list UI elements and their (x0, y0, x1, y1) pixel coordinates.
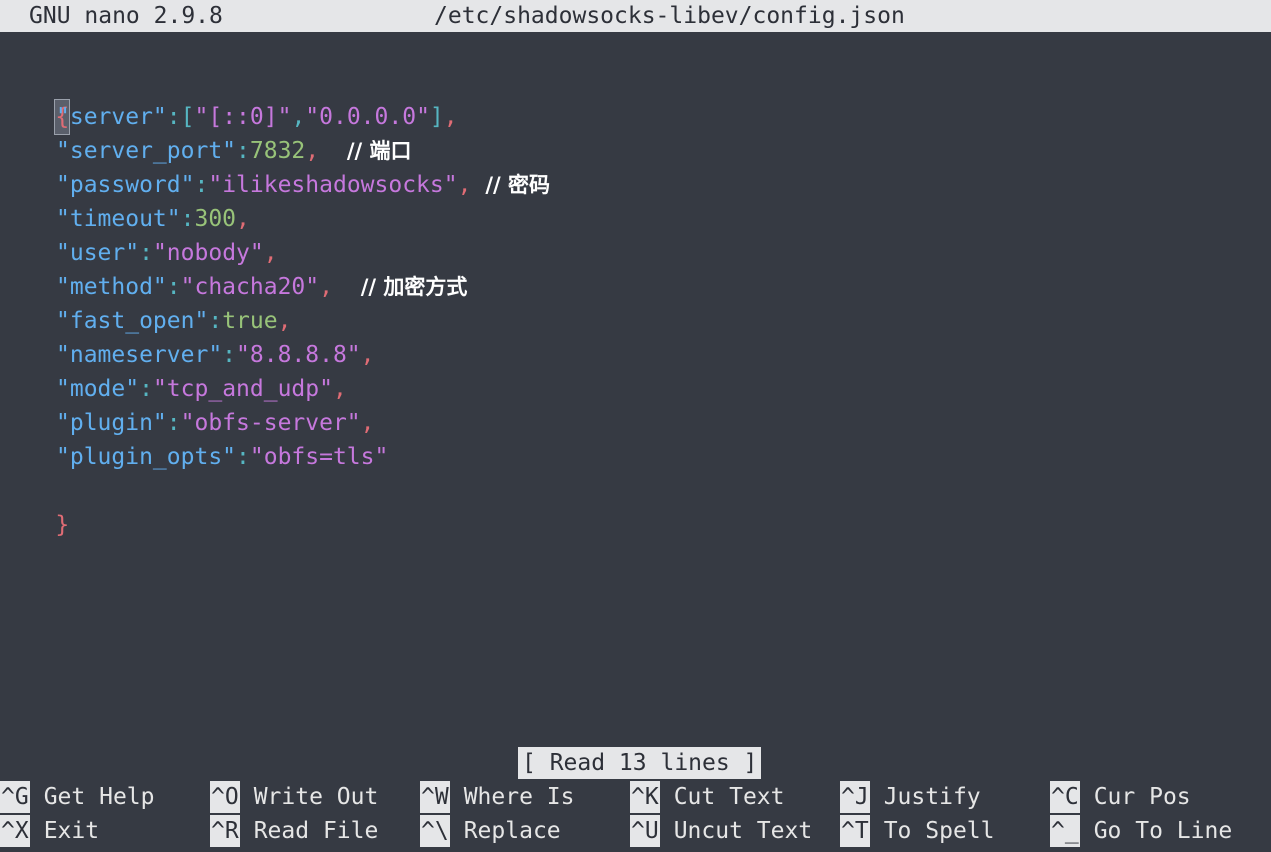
editor-line[interactable]: "server_port":7832, // 端口 (0, 134, 411, 168)
json-boolean: true (222, 308, 278, 334)
editor-line[interactable]: "plugin_opts":"obfs=tls" (0, 440, 388, 474)
json-comma: , (360, 410, 375, 436)
json-key: "plugin_opts" (56, 444, 237, 470)
json-number: 7832 (249, 138, 306, 164)
json-key: "mode" (56, 376, 140, 402)
shortcut-go-to-line[interactable]: ^_ Go To Line (1050, 815, 1232, 847)
shortcut-justify[interactable]: ^J Justify (840, 781, 981, 813)
json-string: "tcp_and_udp" (152, 376, 333, 402)
shortcut-read-file[interactable]: ^R Read File (210, 815, 378, 847)
keycap: ^O (210, 781, 240, 813)
json-key: "server" (56, 104, 167, 130)
keycap: ^\ (420, 815, 450, 847)
shortcut-cut-text[interactable]: ^K Cut Text (630, 781, 784, 813)
shortcut-label: Write Out (253, 784, 379, 810)
editor-line[interactable]: "fast_open":true, (0, 304, 291, 338)
json-string: "nobody" (152, 240, 264, 266)
shortcut-label: Go To Line (1093, 818, 1233, 844)
json-key: "server_port" (56, 138, 237, 164)
shortcut-replace[interactable]: ^\ Replace (420, 815, 561, 847)
shortcut-cur-pos[interactable]: ^C Cur Pos (1050, 781, 1191, 813)
json-key: "password" (56, 172, 195, 198)
keycap: ^T (840, 815, 870, 847)
keycap: ^_ (1050, 815, 1080, 847)
shortcut-label: Uncut Text (673, 818, 813, 844)
shortcut-label: Get Help (43, 784, 155, 810)
shortcut-exit[interactable]: ^X Exit (0, 815, 99, 847)
shortcut-label: Cur Pos (1093, 784, 1191, 810)
keycap: ^W (420, 781, 450, 813)
json-string: "8.8.8.8" (236, 342, 361, 368)
shortcut-get-help[interactable]: ^G Get Help (0, 781, 154, 813)
json-key: "nameserver" (56, 342, 223, 368)
keycap: ^G (0, 781, 30, 813)
editor-line[interactable]: "mode":"tcp_and_udp", (0, 372, 347, 406)
keycap: ^R (210, 815, 240, 847)
json-string: "0.0.0.0" (305, 104, 430, 130)
array-separator: , (291, 104, 306, 130)
json-comma: , (263, 240, 278, 266)
inline-comment: // 加密方式 (360, 275, 468, 299)
json-string: "chacha20" (180, 274, 320, 300)
json-key: "plugin" (56, 410, 167, 436)
json-comma: , (319, 274, 333, 300)
json-string: "[::0]" (194, 104, 292, 130)
status-message: [ Read 13 lines ] (518, 747, 762, 779)
shortcut-label: Justify (883, 784, 981, 810)
shortcut-label: Replace (463, 818, 561, 844)
json-string: "ilikeshadowsocks" (208, 172, 458, 198)
json-comma: , (457, 172, 472, 198)
file-name: /etc/shadowsocks-libev/config.json (434, 3, 905, 29)
json-comma: , (443, 104, 458, 130)
json-key: "fast_open" (56, 308, 209, 334)
shortcut-write-out[interactable]: ^O Write Out (210, 781, 378, 813)
shortcut-label: Read File (253, 818, 379, 844)
close-brace: } (55, 512, 70, 538)
json-key: "user" (56, 240, 140, 266)
editor-line[interactable]: "password":"ilikeshadowsocks", // 密码 (0, 168, 550, 202)
json-key: "timeout" (56, 206, 181, 232)
json-key: "method" (56, 274, 167, 300)
editor-line[interactable]: "plugin":"obfs-server", (0, 406, 375, 440)
editor-line[interactable]: { (0, 66, 71, 135)
app-version: GNU nano 2.9.8 (29, 3, 223, 29)
inline-comment: // 端口 (346, 139, 412, 163)
json-comma: , (360, 342, 375, 368)
shortcut-label: To Spell (883, 818, 995, 844)
editor-line[interactable]: "user":"nobody", (0, 236, 278, 270)
shortcut-label: Cut Text (673, 784, 785, 810)
inline-comment: // 密码 (485, 173, 550, 197)
json-comma: , (305, 138, 320, 164)
keycap: ^U (630, 815, 660, 847)
editor-line[interactable]: "server":["[::0]","0.0.0.0"], (0, 100, 458, 134)
keycap: ^C (1050, 781, 1080, 813)
keycap: ^J (840, 781, 870, 813)
keycap: ^X (0, 815, 30, 847)
editor-line[interactable]: "timeout":300, (0, 202, 250, 236)
editor-line[interactable]: "nameserver":"8.8.8.8", (0, 338, 375, 372)
json-number: 300 (194, 206, 237, 232)
array-close: ] (429, 104, 444, 130)
shortcut-to-spell[interactable]: ^T To Spell (840, 815, 994, 847)
shortcut-label: Where Is (463, 784, 575, 810)
title-bar: GNU nano 2.9.8 /etc/shadowsocks-libev/co… (0, 0, 1271, 32)
shortcut-uncut-text[interactable]: ^U Uncut Text (630, 815, 812, 847)
keycap: ^K (630, 781, 660, 813)
array-open: [ (180, 104, 195, 130)
json-string: "obfs=tls" (249, 444, 389, 470)
shortcut-label: Exit (43, 818, 100, 844)
editor-line[interactable]: } (0, 474, 69, 538)
json-comma: , (332, 376, 347, 402)
shortcut-where-is[interactable]: ^W Where Is (420, 781, 574, 813)
json-string: "obfs-server" (180, 410, 361, 436)
json-comma: , (277, 308, 292, 334)
json-comma: , (236, 206, 250, 232)
editor-line[interactable]: "method":"chacha20", // 加密方式 (0, 270, 467, 304)
